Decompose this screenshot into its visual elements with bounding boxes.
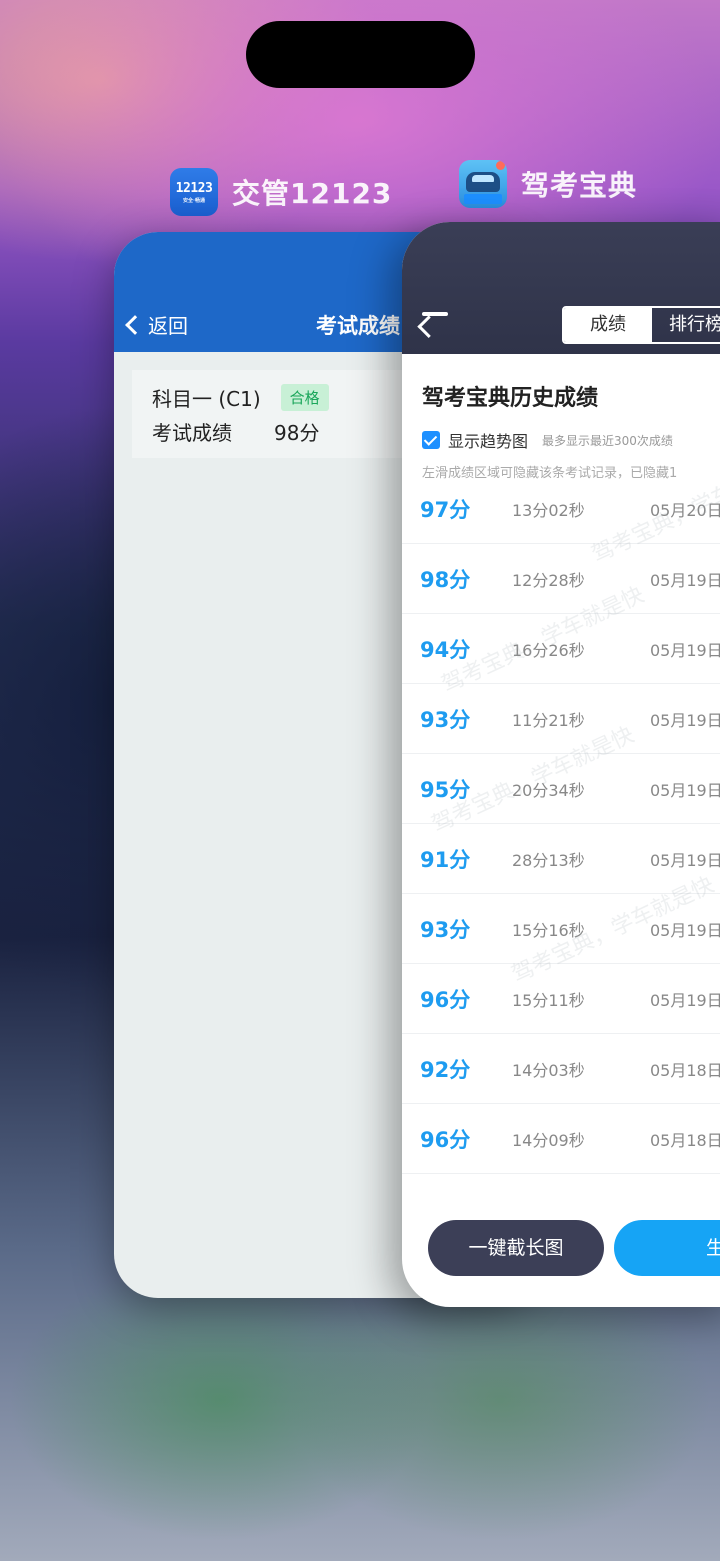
list-item[interactable]: 98分 12分28秒 05月19日	[402, 544, 720, 614]
jiaoguan-12123-icon: 12123 安全·畅通	[170, 168, 218, 216]
record-time: 28分13秒	[512, 850, 585, 870]
record-time: 14分03秒	[512, 1060, 585, 1080]
app-card-jiakao[interactable]: 成绩 排行榜 驾考宝典历史成绩 显示趋势图 最多显示最近300次成绩 左滑成绩区…	[402, 222, 720, 1307]
record-date: 05月20日	[650, 500, 720, 520]
record-date: 05月18日	[650, 1130, 720, 1150]
tab-scores[interactable]: 成绩	[564, 308, 652, 342]
app-label-jiaoguan[interactable]: 12123 安全·畅通 交管12123	[170, 168, 392, 216]
trend-label: 显示趋势图	[448, 432, 529, 451]
app-name: 驾考宝典	[521, 169, 638, 202]
status-badge: 合格	[280, 383, 329, 411]
record-time: 11分21秒	[512, 710, 585, 730]
back-arrow-icon[interactable]	[422, 312, 448, 316]
record-date: 05月19日	[650, 780, 720, 800]
record-time: 15分16秒	[512, 920, 585, 940]
list-item[interactable]: 97分 13分02秒 05月20日	[402, 474, 720, 544]
record-score: 91分	[420, 847, 471, 872]
record-date: 05月18日	[650, 1060, 720, 1080]
record-time: 15分11秒	[512, 990, 585, 1010]
list-item[interactable]: 92分 14分03秒 05月18日	[402, 1034, 720, 1104]
page-title: 考试成绩	[316, 314, 400, 338]
record-score: 93分	[420, 917, 471, 942]
record-score: 96分	[420, 987, 471, 1012]
record-score: 98分	[420, 567, 471, 592]
record-score: 96分	[420, 1127, 471, 1152]
record-score: 97分	[420, 497, 471, 522]
list-item[interactable]: 96分 14分09秒 05月18日	[402, 1104, 720, 1174]
record-score: 93分	[420, 707, 471, 732]
list-item[interactable]: 93分 11分21秒 05月19日	[402, 684, 720, 754]
record-score: 92分	[420, 1057, 471, 1082]
score-value: 98分	[274, 420, 320, 445]
long-screenshot-button[interactable]: 一键截长图	[428, 1220, 604, 1276]
record-score: 95分	[420, 777, 471, 802]
nav-bar: 成绩 排行榜	[402, 222, 720, 354]
generate-button[interactable]: 生	[614, 1220, 720, 1276]
record-date: 05月19日	[650, 990, 720, 1010]
back-button[interactable]: 返回	[124, 310, 188, 339]
footer-actions: 一键截长图 生	[402, 1218, 720, 1278]
list-item[interactable]: 96分 15分11秒 05月19日	[402, 964, 720, 1034]
score-label: 考试成绩	[152, 420, 232, 445]
list-item[interactable]: 94分 16分26秒 05月19日	[402, 614, 720, 684]
list-item[interactable]: 91分 28分13秒 05月19日	[402, 824, 720, 894]
record-date: 05月19日	[650, 850, 720, 870]
checkbox-checked-icon[interactable]	[422, 431, 440, 449]
score-list: 97分 13分02秒 05月20日 98分 12分28秒 05月19日 94分 …	[402, 474, 720, 1174]
list-item[interactable]: 93分 15分16秒 05月19日	[402, 894, 720, 964]
jiakao-baodian-icon	[459, 160, 507, 208]
record-date: 05月19日	[650, 570, 720, 590]
record-time: 12分28秒	[512, 570, 585, 590]
record-date: 05月19日	[650, 710, 720, 730]
list-item[interactable]: 95分 20分34秒 05月19日	[402, 754, 720, 824]
subject-label: 科目一 (C1)	[152, 386, 261, 411]
dynamic-island	[246, 21, 475, 88]
trend-note: 最多显示最近300次成绩	[542, 433, 673, 448]
record-time: 20分34秒	[512, 780, 585, 800]
record-score: 94分	[420, 637, 471, 662]
chevron-left-icon	[125, 314, 145, 335]
trend-toggle[interactable]: 显示趋势图 最多显示最近300次成绩	[422, 428, 720, 452]
record-date: 05月19日	[650, 640, 720, 660]
record-date: 05月19日	[650, 920, 720, 940]
app-label-jiakao[interactable]: 驾考宝典	[459, 160, 637, 208]
record-time: 13分02秒	[512, 500, 585, 520]
tab-ranking[interactable]: 排行榜	[652, 308, 720, 342]
result-panel: 科目一 (C1) 合格 考试成绩 98分	[132, 370, 422, 458]
back-label: 返回	[148, 314, 188, 338]
history-heading: 驾考宝典历史成绩	[422, 386, 599, 411]
tab-switcher: 成绩 排行榜	[562, 306, 720, 344]
record-time: 16分26秒	[512, 640, 585, 660]
record-time: 14分09秒	[512, 1130, 585, 1150]
app-name: 交管12123	[232, 177, 393, 210]
